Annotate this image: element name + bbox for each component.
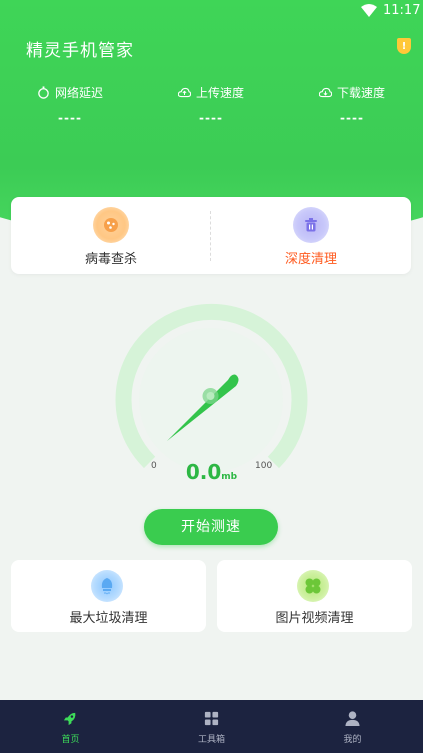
person-icon xyxy=(345,711,360,727)
start-speed-test-button[interactable]: 开始测速 xyxy=(144,509,278,545)
bottom-nav: 首页 工具箱 我的 xyxy=(0,700,423,753)
app-title: 精灵手机管家 xyxy=(26,41,134,61)
metric-value: ---- xyxy=(199,111,223,125)
timer-icon xyxy=(38,86,49,99)
deep-clean-button[interactable]: 深度清理 xyxy=(211,197,411,274)
metric-latency: 网络延迟 ---- xyxy=(0,84,140,125)
metric-value: ---- xyxy=(58,111,82,125)
nav-profile-label: 我的 xyxy=(343,735,362,745)
speed-value: 0.0 xyxy=(185,460,222,484)
virus-scan-button[interactable]: 病毒查杀 xyxy=(11,197,211,274)
clover-icon xyxy=(297,570,329,602)
metric-download: 下载速度 ---- xyxy=(282,84,422,125)
action-card: 病毒查杀 深度清理 xyxy=(11,197,411,274)
app-screen: 11:17 精灵手机管家 ! 网络延迟 ---- 上传速度 ---- 下载速度 … xyxy=(0,0,423,753)
brain-icon xyxy=(91,570,123,602)
media-clean-card[interactable]: 图片视频清理 xyxy=(217,560,412,632)
grid-icon xyxy=(204,711,219,726)
cloud-download-icon xyxy=(318,87,332,98)
nav-home-label: 首页 xyxy=(61,735,80,745)
wifi-icon xyxy=(361,4,377,17)
cloud-upload-icon xyxy=(177,87,191,98)
nav-toolbox-label: 工具箱 xyxy=(197,735,225,745)
nav-toolbox[interactable]: 工具箱 xyxy=(141,700,282,753)
metric-label: 上传速度 xyxy=(195,86,244,100)
metric-value: ---- xyxy=(340,111,364,125)
junk-clean-label: 最大垃圾清理 xyxy=(69,611,148,626)
deep-clean-label: 深度清理 xyxy=(284,252,337,267)
nav-home[interactable]: 首页 xyxy=(0,700,141,753)
status-time: 11:17 xyxy=(383,3,421,18)
status-bar: 11:17 xyxy=(0,0,423,22)
junk-clean-card[interactable]: 最大垃圾清理 xyxy=(11,560,206,632)
metric-label: 下载速度 xyxy=(336,86,385,100)
media-clean-label: 图片视频清理 xyxy=(275,611,354,626)
rocket-icon xyxy=(63,712,76,726)
nav-profile[interactable]: 我的 xyxy=(282,700,423,753)
metric-upload: 上传速度 ---- xyxy=(141,84,281,125)
metric-label: 网络延迟 xyxy=(54,86,103,100)
speed-unit: mb xyxy=(221,472,238,482)
virus-scan-label: 病毒查杀 xyxy=(84,252,137,267)
trash-icon xyxy=(293,207,329,243)
virus-icon xyxy=(93,207,129,243)
shield-alert-icon[interactable]: ! xyxy=(397,38,411,54)
speed-readout: 0.0mb xyxy=(0,460,423,484)
